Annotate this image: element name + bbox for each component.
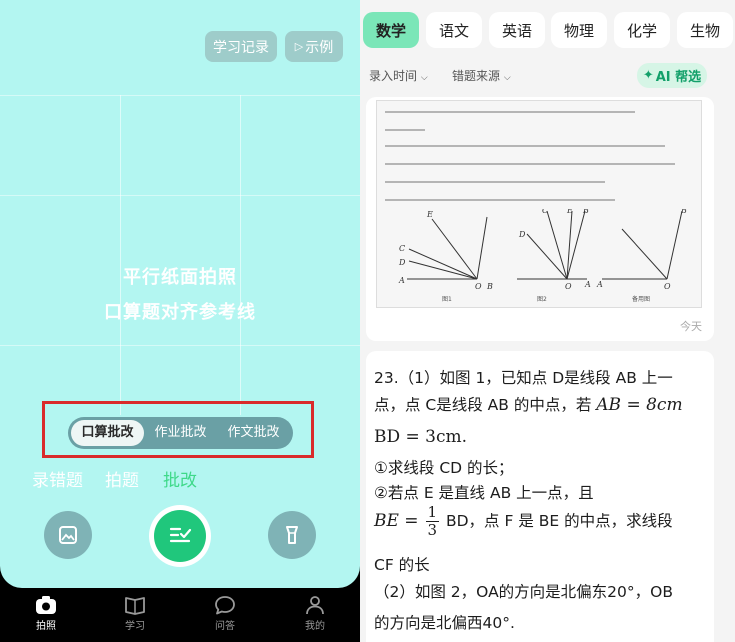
- camera-hint-line2: 口算题对齐参考线: [104, 302, 256, 323]
- flashlight-icon: [286, 526, 298, 544]
- mistake-notebook-screen: 数学 语文 英语 物理 化学 生物 录入时间 ⌵ 错题来源 ⌵ ✦ AI 帮选: [360, 0, 735, 642]
- svg-text:B: B: [486, 282, 493, 291]
- subject-english[interactable]: 英语: [489, 12, 545, 48]
- image-icon: [59, 526, 77, 544]
- reference-line: [0, 195, 360, 196]
- math-expression: BE =: [374, 511, 419, 531]
- svg-text:C: C: [399, 244, 405, 253]
- svg-text:O: O: [664, 282, 671, 291]
- question-line: 点，点 C是线段 AB 的中点，若 AB = 8cm: [374, 393, 683, 415]
- filter-source[interactable]: 错题来源 ⌵: [452, 67, 511, 84]
- geometry-figures: ECD AO B DC E BO A BOA 图1 图2 备用图: [398, 209, 687, 303]
- subject-biology[interactable]: 生物: [677, 12, 733, 48]
- math-expression: BD = 3cm.: [374, 427, 468, 447]
- subject-tabs: 数学 语文 英语 物理 化学 生物: [360, 12, 735, 50]
- subject-math[interactable]: 数学: [363, 12, 419, 48]
- question-line: ①求线段 CD 的长；: [374, 459, 514, 477]
- camera-viewfinder: 学习记录 ▷ 示例 平行纸面拍照 口算题对齐参考线 口算批改 作业批改 作文批改…: [0, 0, 360, 588]
- svg-text:D: D: [518, 230, 526, 239]
- question-text: 点，点 C是线段 AB 的中点，若: [374, 396, 592, 414]
- camera-icon: [36, 596, 56, 614]
- nav-profile-label: 我的: [305, 621, 325, 632]
- chat-icon: [215, 596, 235, 615]
- svg-text:B: B: [582, 209, 589, 215]
- tab-correct[interactable]: 批改: [163, 466, 197, 491]
- nav-profile[interactable]: 我的: [285, 592, 345, 632]
- camera-screen: 学习记录 ▷ 示例 平行纸面拍照 口算题对齐参考线 口算批改 作业批改 作文批改…: [0, 0, 360, 642]
- svg-text:图1: 图1: [442, 296, 452, 303]
- chevron-down-icon: ⌵: [503, 73, 511, 83]
- filter-source-label: 错题来源: [452, 69, 501, 83]
- nav-qa[interactable]: 问答: [195, 592, 255, 632]
- question-line: ②若点 E 是直线 AB 上一点，且: [374, 484, 594, 502]
- question-text: BD，点 F 是 BE 的中点，求线段: [445, 512, 673, 530]
- question-line: （2）如图 2，OA的方向是北偏东20°，OB: [374, 583, 673, 601]
- reference-line: [0, 95, 360, 96]
- mode-essay[interactable]: 作文批改: [217, 420, 290, 446]
- shutter-inner: [154, 510, 206, 562]
- subject-chinese[interactable]: 语文: [426, 12, 482, 48]
- bottom-nav: 拍照 学习 问答 我的: [0, 592, 360, 642]
- question-line: BD = 3cm.: [374, 427, 467, 447]
- filter-entry-time-label: 录入时间: [369, 69, 418, 83]
- study-history-button[interactable]: 学习记录: [205, 31, 277, 62]
- check-list-icon: [169, 527, 192, 543]
- question-line: CF 的长: [374, 556, 430, 574]
- book-icon: [125, 597, 145, 615]
- album-button[interactable]: [44, 511, 92, 559]
- scanned-question-image: ECD AOB DCE BOA BOA 图1 图2 备用图: [376, 100, 702, 308]
- mode-oral-calc[interactable]: 口算批改: [71, 420, 144, 446]
- svg-text:E: E: [426, 210, 433, 219]
- svg-text:O: O: [475, 282, 482, 291]
- question-line: 的方向是北偏西40°.: [374, 614, 515, 632]
- nav-qa-label: 问答: [215, 621, 235, 632]
- nav-photo[interactable]: 拍照: [16, 592, 76, 632]
- svg-text:A: A: [596, 280, 603, 289]
- card-date: 今天: [680, 320, 702, 333]
- reference-line: [120, 95, 121, 415]
- svg-text:D: D: [398, 258, 406, 267]
- play-icon: ▷: [294, 40, 304, 53]
- fraction: 1 3: [425, 503, 440, 539]
- chevron-down-icon: ⌵: [420, 73, 428, 83]
- svg-text:A: A: [584, 280, 591, 289]
- svg-text:C: C: [542, 209, 548, 215]
- svg-text:备用图: 备用图: [632, 295, 650, 303]
- fraction-numerator: 1: [425, 503, 440, 522]
- svg-text:B: B: [680, 209, 687, 215]
- camera-hint-line1: 平行纸面拍照: [123, 267, 237, 288]
- reference-line: [0, 345, 360, 346]
- nav-study-label: 学习: [125, 621, 145, 632]
- filter-entry-time[interactable]: 录入时间 ⌵: [369, 67, 428, 84]
- correction-mode-switch: 口算批改 作业批改 作文批改: [68, 417, 293, 449]
- subject-chemistry[interactable]: 化学: [614, 12, 670, 48]
- svg-text:A: A: [398, 276, 405, 285]
- question-line: 23.（1）如图 1，已知点 D是线段 AB 上一: [374, 369, 673, 387]
- math-expression: AB = 8cm: [596, 395, 683, 415]
- svg-text:E: E: [566, 209, 573, 215]
- flashlight-button[interactable]: [268, 511, 316, 559]
- ai-select-button[interactable]: ✦ AI 帮选: [637, 63, 707, 88]
- subject-physics[interactable]: 物理: [551, 12, 607, 48]
- example-label: 示例: [305, 39, 334, 56]
- question-line: BE = 1 3 BD，点 F 是 BE 的中点，求线段: [374, 504, 673, 539]
- ai-select-label: AI 帮选: [655, 70, 702, 85]
- svg-text:图2: 图2: [537, 296, 547, 303]
- nav-study[interactable]: 学习: [105, 592, 165, 632]
- mistake-card-photo[interactable]: ECD AOB DCE BOA BOA 图1 图2 备用图 今天: [366, 97, 714, 341]
- mistake-card-text[interactable]: 23.（1）如图 1，已知点 D是线段 AB 上一 点，点 C是线段 AB 的中…: [366, 351, 714, 642]
- reference-line: [240, 95, 241, 415]
- tab-record-mistakes[interactable]: 录错题: [32, 466, 83, 491]
- tab-photo-question[interactable]: 拍题: [105, 466, 139, 491]
- sparkle-icon: ✦: [642, 68, 654, 83]
- person-icon: [306, 596, 324, 615]
- mode-homework[interactable]: 作业批改: [144, 420, 217, 446]
- shutter-button[interactable]: [149, 505, 211, 567]
- example-button[interactable]: ▷ 示例: [285, 31, 343, 62]
- svg-text:O: O: [565, 282, 572, 291]
- study-history-label: 学习记录: [213, 39, 269, 56]
- fraction-denominator: 3: [427, 521, 438, 539]
- nav-photo-label: 拍照: [36, 621, 56, 632]
